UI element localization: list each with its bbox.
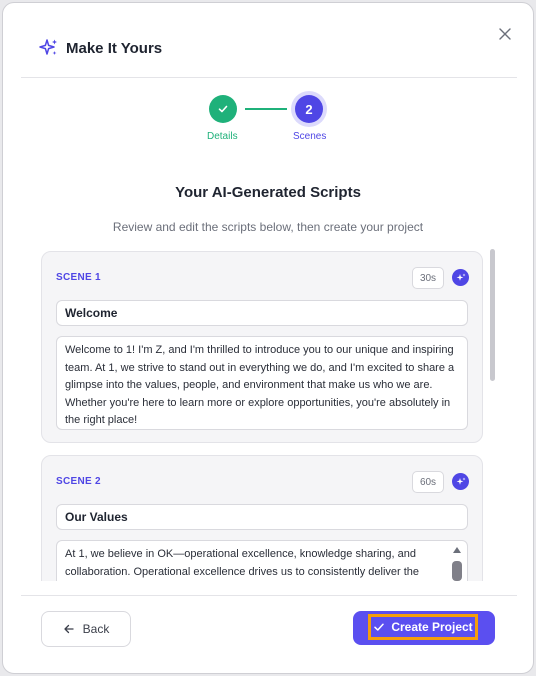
step-label-details: Details xyxy=(207,131,238,142)
step-details-complete xyxy=(209,95,237,123)
section-subtitle: Review and edit the scripts below, then … xyxy=(112,220,424,234)
scene-card: SCENE 2 60s Our Values At 1, we believe … xyxy=(41,455,483,581)
scene-title-value: Our Values xyxy=(65,510,128,524)
scene-card: SCENE 1 30s Welcome Welcome to 1! I'm Z,… xyxy=(41,251,483,443)
back-button[interactable]: Back xyxy=(41,611,131,647)
scene-label: SCENE 2 xyxy=(56,476,101,487)
section-title: Your AI-Generated Scripts xyxy=(175,184,361,201)
check-icon xyxy=(374,623,385,631)
create-project-label: Create Project xyxy=(391,620,473,634)
step-connector xyxy=(245,108,287,110)
check-icon xyxy=(218,105,228,113)
sparkle-icon xyxy=(456,477,465,485)
step-label-scenes: Scenes xyxy=(293,131,327,142)
header-divider xyxy=(21,77,517,78)
close-icon[interactable] xyxy=(495,24,515,44)
make-it-yours-modal: Make It Yours 2 Details Scenes Your AI-G… xyxy=(2,2,534,674)
scene-script-textarea[interactable]: Welcome to 1! I'm Z, and I'm thrilled to… xyxy=(56,336,468,430)
scene-script-textarea[interactable]: At 1, we believe in OK—operational excel… xyxy=(56,540,468,581)
footer-divider xyxy=(21,595,517,596)
textarea-scroll-up-arrow[interactable] xyxy=(453,547,461,553)
create-project-focus-ring: Create Project xyxy=(368,614,478,640)
modal-title: Make It Yours xyxy=(66,40,163,57)
duration-badge[interactable]: 60s xyxy=(412,471,444,493)
ai-regenerate-button[interactable] xyxy=(452,473,469,490)
modal-header: Make It Yours xyxy=(3,3,533,79)
scene-title-input[interactable]: Welcome xyxy=(56,300,468,326)
scene-label: SCENE 1 xyxy=(56,272,101,283)
scrollbar-thumb[interactable] xyxy=(490,249,495,381)
scene-title-input[interactable]: Our Values xyxy=(56,504,468,530)
ai-regenerate-button[interactable] xyxy=(452,269,469,286)
duration-badge[interactable]: 30s xyxy=(412,267,444,289)
scenes-scroll-area[interactable]: SCENE 1 30s Welcome Welcome to 1! I'm Z,… xyxy=(39,249,499,581)
create-project-button[interactable]: Create Project xyxy=(353,611,495,645)
sparkle-icon xyxy=(39,39,57,55)
arrow-left-icon xyxy=(64,624,74,634)
scene-script-text: At 1, we believe in OK—operational excel… xyxy=(65,548,420,578)
step-scenes-active: 2 xyxy=(295,95,323,123)
textarea-scrollbar-thumb[interactable] xyxy=(452,561,462,581)
back-button-label: Back xyxy=(82,622,110,636)
sparkle-icon xyxy=(456,273,465,281)
stepper: 2 Details Scenes xyxy=(3,91,533,151)
scene-title-value: Welcome xyxy=(65,306,118,320)
